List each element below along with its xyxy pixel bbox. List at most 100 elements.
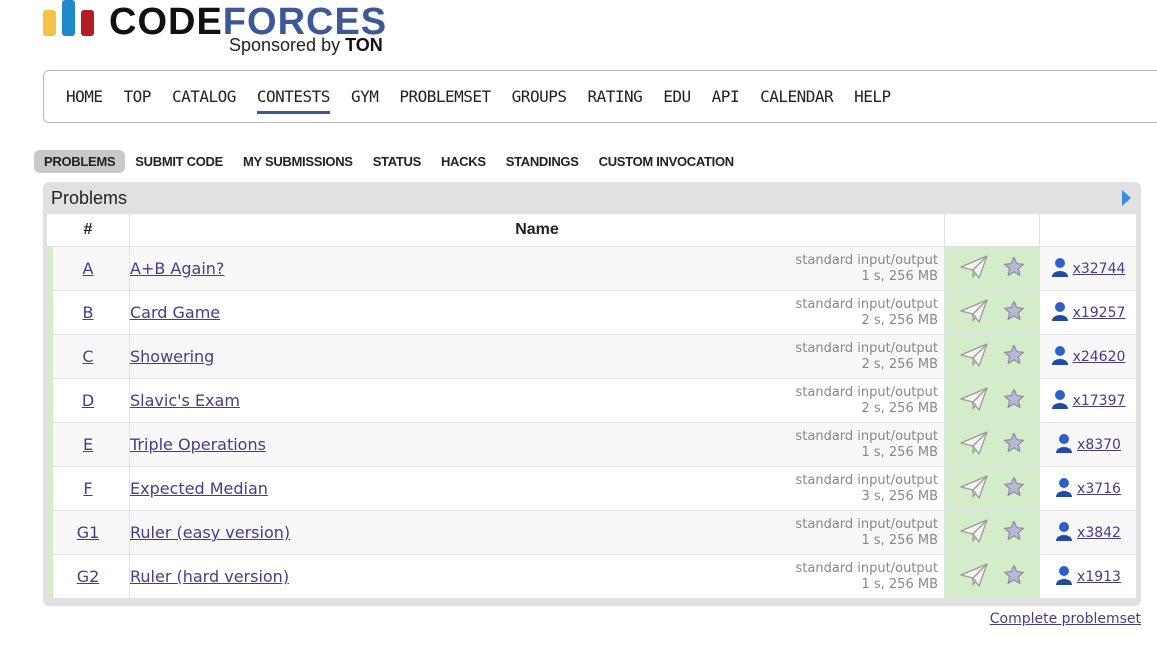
star-icon[interactable] — [1003, 256, 1025, 282]
limits-text: 1 s, 256 MB — [861, 577, 938, 592]
problem-solved-cell: x32744 — [1039, 246, 1137, 291]
paper-plane-icon[interactable] — [959, 562, 989, 592]
problem-index-link[interactable]: E — [83, 435, 93, 454]
solved-count-link[interactable]: x17397 — [1073, 393, 1126, 409]
submenu-item-hacks[interactable]: HACKS — [431, 150, 496, 173]
user-icon — [1051, 345, 1069, 369]
submenu-item-custom-invocation[interactable]: CUSTOM INVOCATION — [589, 150, 744, 173]
problem-solved-cell: x8370 — [1039, 422, 1137, 467]
submenu-item-status[interactable]: STATUS — [363, 150, 431, 173]
problem-index-link[interactable]: D — [82, 391, 94, 410]
limits-text: 2 s, 256 MB — [861, 357, 938, 372]
problem-limits: standard input/output 3 s, 256 MB — [796, 473, 939, 505]
solved-count-link[interactable]: x3842 — [1077, 525, 1121, 541]
codeforces-logo[interactable]: CODEFORCES Sponsored by TON — [43, 0, 403, 60]
paper-plane-icon[interactable] — [959, 254, 989, 284]
problem-solved-cell: x24620 — [1039, 334, 1137, 379]
menu-item-home[interactable]: HOME — [66, 83, 103, 111]
user-icon — [1055, 433, 1073, 457]
menu-item-gym[interactable]: GYM — [351, 83, 379, 111]
star-icon[interactable] — [1003, 300, 1025, 326]
limits-text: 1 s, 256 MB — [861, 269, 938, 284]
table-row: B Card Game standard input/output 2 s, 256 … — [47, 290, 1137, 335]
limits-text: 1 s, 256 MB — [861, 533, 938, 548]
problem-index-link[interactable]: C — [82, 347, 93, 366]
problem-index-link[interactable]: G1 — [77, 523, 100, 542]
table-row: A A+B Again? standard input/output 1 s, 256… — [47, 246, 1137, 291]
submenu-item-my-submissions[interactable]: MY SUBMISSIONS — [233, 150, 363, 173]
problem-name-link[interactable]: A+B Again? — [130, 259, 224, 278]
menu-item-contests[interactable]: CONTESTS — [256, 83, 330, 114]
solved-count-link[interactable]: x19257 — [1073, 305, 1126, 321]
io-text: standard input/output — [795, 561, 939, 576]
problem-name-link[interactable]: Triple Operations — [130, 435, 266, 454]
table-row: F Expected Median standard input/output 3 s… — [47, 466, 1137, 511]
menu-item-top[interactable]: TOP — [124, 83, 152, 111]
problem-name-link[interactable]: Expected Median — [130, 479, 268, 498]
star-icon[interactable] — [1003, 388, 1025, 414]
problem-name-link[interactable]: Card Game — [130, 303, 220, 322]
arrow-right-icon[interactable] — [1122, 190, 1131, 206]
io-text: standard input/output — [795, 517, 939, 532]
problem-name-cell: Card Game standard input/output 2 s, 256 M… — [129, 290, 945, 335]
problem-name-cell: Ruler (hard version) standard input/outpu… — [129, 554, 945, 599]
problem-index-cell: D — [47, 378, 130, 423]
solved-count-link[interactable]: x3716 — [1077, 481, 1121, 497]
solved-count-link[interactable]: x1913 — [1077, 569, 1121, 585]
menu-item-rating[interactable]: RATING — [587, 83, 642, 111]
problem-index-link[interactable]: B — [83, 303, 94, 322]
table-row: C Showering standard input/output 2 s, 256 … — [47, 334, 1137, 379]
solved-count-link[interactable]: x24620 — [1073, 349, 1126, 365]
paper-plane-icon[interactable] — [959, 430, 989, 460]
complete-problemset-link[interactable]: Complete problemset — [990, 611, 1141, 627]
complete-problemset-link-wrap: Complete problemset — [990, 611, 1141, 627]
io-text: standard input/output — [795, 341, 939, 356]
solved-count-link[interactable]: x32744 — [1073, 261, 1126, 277]
problem-name-link[interactable]: Ruler (hard version) — [130, 567, 289, 586]
solved-count-link[interactable]: x8370 — [1077, 437, 1121, 453]
paper-plane-icon[interactable] — [959, 518, 989, 548]
problem-index-link[interactable]: A — [83, 259, 94, 278]
menu-item-edu[interactable]: EDU — [663, 83, 691, 111]
menu-item-help[interactable]: HELP — [854, 83, 891, 111]
submenu-item-problems[interactable]: PROBLEMS — [34, 150, 126, 173]
menu-item-problemset[interactable]: PROBLEMSET — [399, 83, 491, 111]
menu-item-catalog[interactable]: CATALOG — [172, 83, 236, 111]
problem-name-link[interactable]: Slavic's Exam — [130, 391, 240, 410]
logo-bars-icon — [43, 0, 95, 38]
menu-item-calendar[interactable]: CALENDAR — [760, 83, 834, 111]
star-icon[interactable] — [1003, 344, 1025, 370]
sponsor-text: Sponsored by TON — [229, 35, 383, 55]
problem-actions-cell — [944, 290, 1040, 335]
paper-plane-icon[interactable] — [959, 298, 989, 328]
star-icon[interactable] — [1003, 564, 1025, 590]
problem-index-cell: F — [47, 466, 130, 511]
problem-index-link[interactable]: G2 — [77, 567, 100, 586]
problem-limits: standard input/output 1 s, 256 MB — [796, 517, 939, 549]
submenu-item-submit-code[interactable]: SUBMIT CODE — [125, 150, 233, 173]
io-text: standard input/output — [795, 429, 939, 444]
star-icon[interactable] — [1003, 432, 1025, 458]
problem-name-link[interactable]: Ruler (easy version) — [130, 523, 290, 542]
user-icon — [1055, 477, 1073, 501]
problem-name-cell: A+B Again? standard input/output 1 s, 256 … — [129, 246, 945, 291]
problem-actions-cell — [944, 246, 1040, 291]
menu-item-api[interactable]: API — [712, 83, 740, 111]
user-icon — [1055, 521, 1073, 545]
star-icon[interactable] — [1003, 520, 1025, 546]
menu-item-groups[interactable]: GROUPS — [512, 83, 567, 111]
problem-name-link[interactable]: Showering — [130, 347, 214, 366]
paper-plane-icon[interactable] — [959, 342, 989, 372]
problem-index-link[interactable]: F — [83, 479, 92, 498]
problem-limits: standard input/output 2 s, 256 MB — [796, 341, 939, 373]
user-icon — [1051, 257, 1069, 281]
problem-solved-cell: x3842 — [1039, 510, 1137, 555]
problem-solved-cell: x3716 — [1039, 466, 1137, 511]
paper-plane-icon[interactable] — [959, 474, 989, 504]
problem-limits: standard input/output 1 s, 256 MB — [796, 429, 939, 461]
submenu-item-standings[interactable]: STANDINGS — [496, 150, 589, 173]
contest-submenu: PROBLEMS SUBMIT CODE MY SUBMISSIONS STATUS H… — [34, 150, 744, 173]
problem-index-cell: G2 — [47, 554, 130, 599]
paper-plane-icon[interactable] — [959, 386, 989, 416]
star-icon[interactable] — [1003, 476, 1025, 502]
